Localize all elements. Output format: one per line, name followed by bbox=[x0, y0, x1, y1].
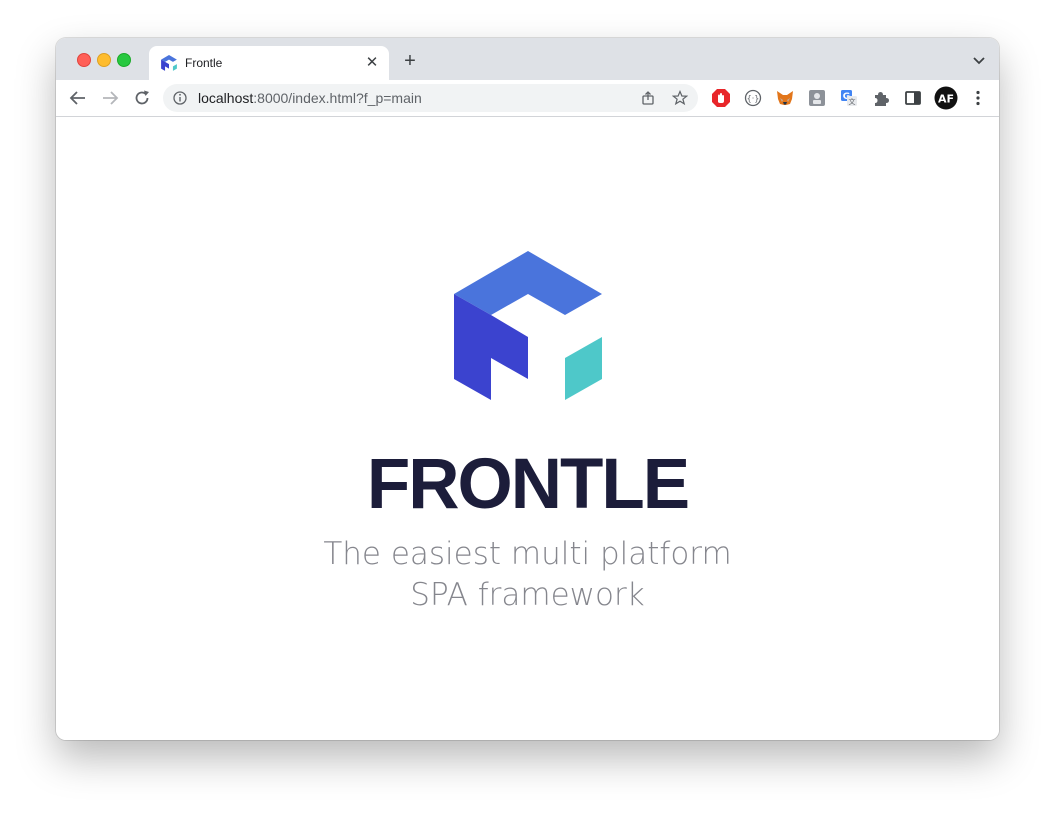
kebab-menu-icon[interactable] bbox=[968, 88, 988, 108]
tab-close-icon[interactable]: ✕ bbox=[363, 54, 381, 72]
side-panel-icon[interactable] bbox=[903, 88, 923, 108]
google-translate-icon[interactable]: G 文 bbox=[839, 88, 859, 108]
address-bar[interactable]: localhost:8000/index.html?f_p=main bbox=[163, 84, 698, 112]
chevron-down-icon[interactable] bbox=[971, 52, 987, 68]
profile-initials: AF bbox=[938, 93, 954, 106]
svg-text:{·}: {·} bbox=[747, 94, 760, 103]
profile-avatar-icon[interactable]: AF bbox=[934, 86, 958, 110]
metamask-icon[interactable] bbox=[775, 88, 795, 108]
forward-arrow-icon[interactable] bbox=[100, 88, 120, 108]
tab-strip: Frontle ✕ + bbox=[56, 38, 999, 80]
page-content: FRONTLE The easiest multi platform SPA f… bbox=[56, 117, 999, 740]
frontle-favicon-icon bbox=[161, 55, 177, 71]
new-tab-button[interactable]: + bbox=[400, 51, 420, 71]
url-path: :8000/index.html?f_p=main bbox=[253, 90, 422, 106]
frontle-logo-icon bbox=[454, 251, 602, 400]
bookmark-star-icon[interactable] bbox=[672, 90, 688, 106]
back-arrow-icon[interactable] bbox=[68, 88, 88, 108]
close-window-button[interactable] bbox=[77, 53, 91, 67]
tagline-line-1: The easiest multi platform bbox=[323, 536, 732, 572]
tagline-line-2: SPA framework bbox=[410, 577, 645, 613]
share-icon[interactable] bbox=[640, 90, 656, 106]
browser-toolbar: localhost:8000/index.html?f_p=main {·} G… bbox=[56, 80, 999, 117]
svg-text:文: 文 bbox=[849, 97, 856, 106]
reload-icon[interactable] bbox=[132, 88, 152, 108]
minimize-window-button[interactable] bbox=[97, 53, 111, 67]
json-viewer-icon[interactable]: {·} bbox=[743, 88, 763, 108]
url-host: localhost bbox=[198, 90, 254, 106]
logo-top-face bbox=[454, 251, 602, 315]
browser-window: Frontle ✕ + localhost:8000/index.html?f_… bbox=[56, 38, 999, 740]
url-text[interactable]: localhost:8000/index.html?f_p=main bbox=[198, 90, 422, 106]
tab-frontle[interactable]: Frontle ✕ bbox=[149, 46, 389, 80]
brand-wordmark: FRONTLE bbox=[366, 445, 690, 524]
adblock-icon[interactable] bbox=[711, 88, 731, 108]
reader-icon[interactable] bbox=[807, 88, 827, 108]
site-info-icon[interactable] bbox=[173, 91, 187, 105]
logo-right-face bbox=[565, 337, 602, 400]
tab-title: Frontle bbox=[185, 56, 223, 70]
puzzle-icon[interactable] bbox=[871, 88, 891, 108]
maximize-window-button[interactable] bbox=[117, 53, 131, 67]
